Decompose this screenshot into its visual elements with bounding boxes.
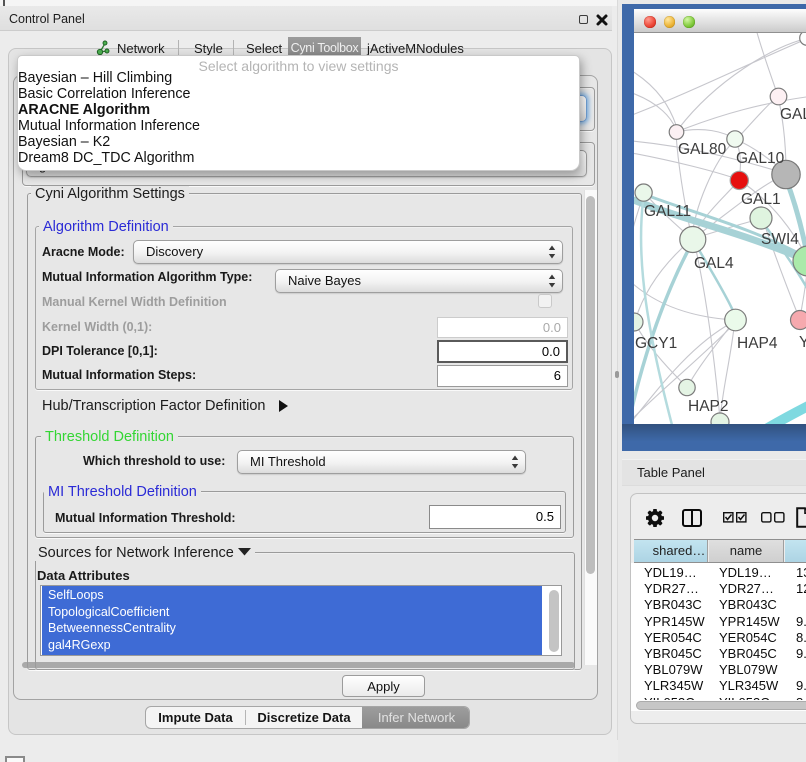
svg-text:GAL1: GAL1 bbox=[741, 191, 781, 208]
svg-text:YM: YM bbox=[799, 334, 806, 351]
svg-text:GAL10: GAL10 bbox=[736, 150, 785, 167]
svg-text:GCY1: GCY1 bbox=[635, 335, 677, 352]
svg-text:HAP4: HAP4 bbox=[737, 335, 778, 352]
svg-text:HAP2: HAP2 bbox=[688, 398, 729, 415]
svg-text:GAL2: GAL2 bbox=[780, 106, 806, 123]
svg-text:GAL11: GAL11 bbox=[644, 203, 691, 220]
svg-text:GAL80: GAL80 bbox=[678, 141, 727, 158]
svg-text:GAL4: GAL4 bbox=[694, 255, 734, 272]
svg-text:SWI4: SWI4 bbox=[761, 231, 799, 248]
